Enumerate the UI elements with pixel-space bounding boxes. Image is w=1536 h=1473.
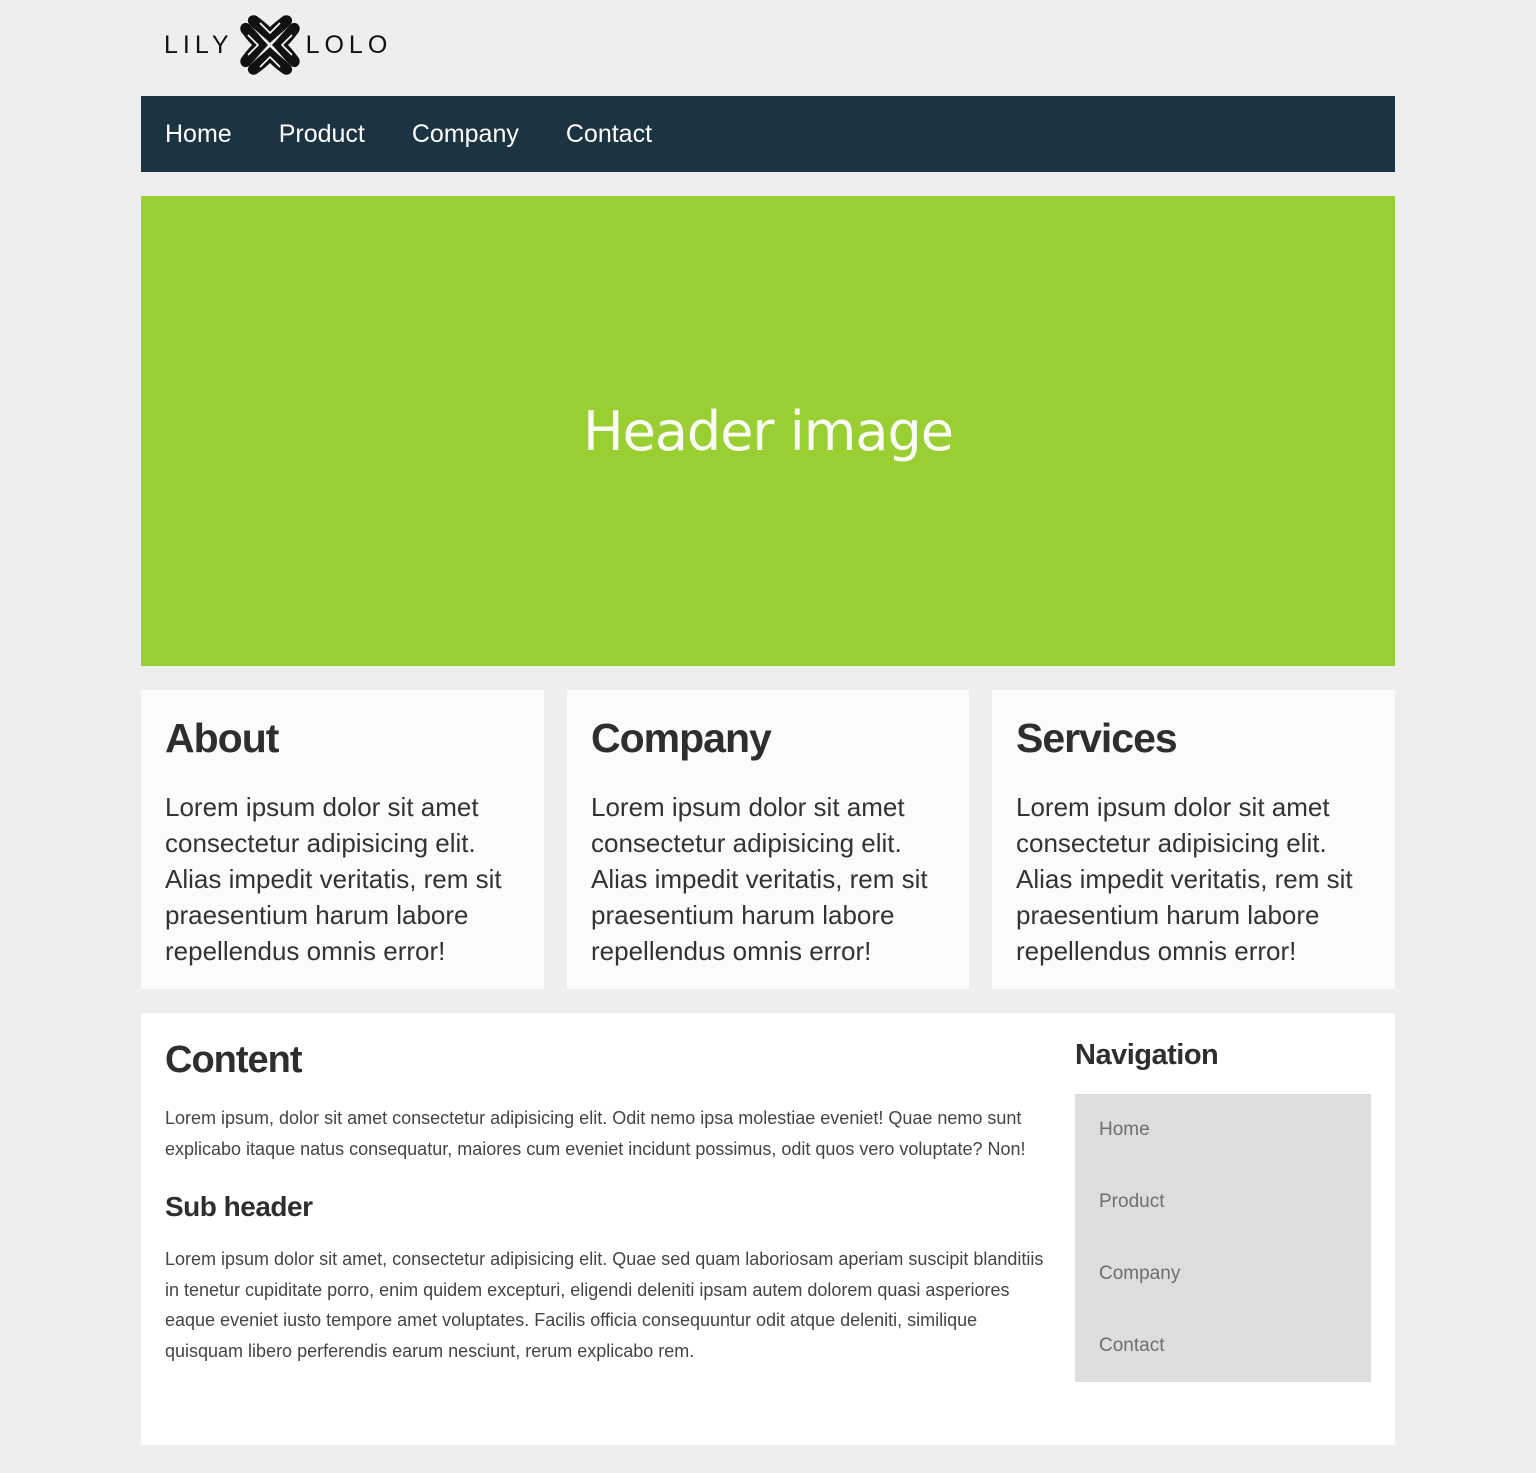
feature-box-company: Company Lorem ipsum dolor sit amet conse… — [567, 690, 969, 989]
sidebar-title: Navigation — [1075, 1039, 1219, 1071]
content-subheader: Sub header — [165, 1191, 313, 1222]
content-title: Content — [165, 1039, 303, 1081]
sidebar-item-home[interactable]: Home — [1075, 1094, 1371, 1166]
nav-item-company[interactable]: Company — [412, 96, 519, 172]
sidebar-nav: Home Product Company Contact — [1075, 1094, 1371, 1382]
sidebar-item-contact[interactable]: Contact — [1075, 1310, 1371, 1382]
content-paragraph: Lorem ipsum dolor sit amet, consectetur … — [165, 1249, 1044, 1361]
nav-item-home[interactable]: Home — [165, 96, 232, 172]
nav-item-contact[interactable]: Contact — [566, 96, 652, 172]
feature-text: Lorem ipsum dolor sit amet consectetur a… — [165, 792, 502, 966]
feature-text: Lorem ipsum dolor sit amet consectetur a… — [1016, 792, 1353, 966]
main-content: Content Lorem ipsum, dolor sit amet cons… — [165, 1037, 1055, 1366]
feature-title: Services — [1016, 715, 1178, 761]
feature-title: Company — [591, 715, 772, 761]
sidebar: Navigation Home Product Company Contact — [1075, 1037, 1371, 1382]
feature-title: About — [165, 715, 279, 761]
content-paragraph: Lorem ipsum, dolor sit amet consectetur … — [165, 1108, 1026, 1159]
nav-item-product[interactable]: Product — [279, 96, 365, 172]
sidebar-item-company[interactable]: Company — [1075, 1238, 1371, 1310]
quatrefoil-hearts-icon — [239, 15, 300, 75]
header-image-text: Header image — [583, 399, 954, 463]
sidebar-item-product[interactable]: Product — [1075, 1166, 1371, 1238]
logo-text-left: LILY — [164, 30, 234, 59]
feature-box-services: Services Lorem ipsum dolor sit amet cons… — [992, 690, 1395, 989]
main-navbar: Home Product Company Contact — [141, 96, 1395, 172]
feature-boxes: About Lorem ipsum dolor sit amet consect… — [141, 690, 1395, 989]
content-panel: Content Lorem ipsum, dolor sit amet cons… — [141, 1013, 1395, 1445]
logo[interactable]: LILY LOLO — [164, 13, 392, 77]
logo-text-right: LOLO — [305, 30, 393, 59]
feature-text: Lorem ipsum dolor sit amet consectetur a… — [591, 792, 928, 966]
feature-box-about: About Lorem ipsum dolor sit amet consect… — [141, 690, 544, 989]
header-image-banner: Header image — [141, 196, 1395, 666]
